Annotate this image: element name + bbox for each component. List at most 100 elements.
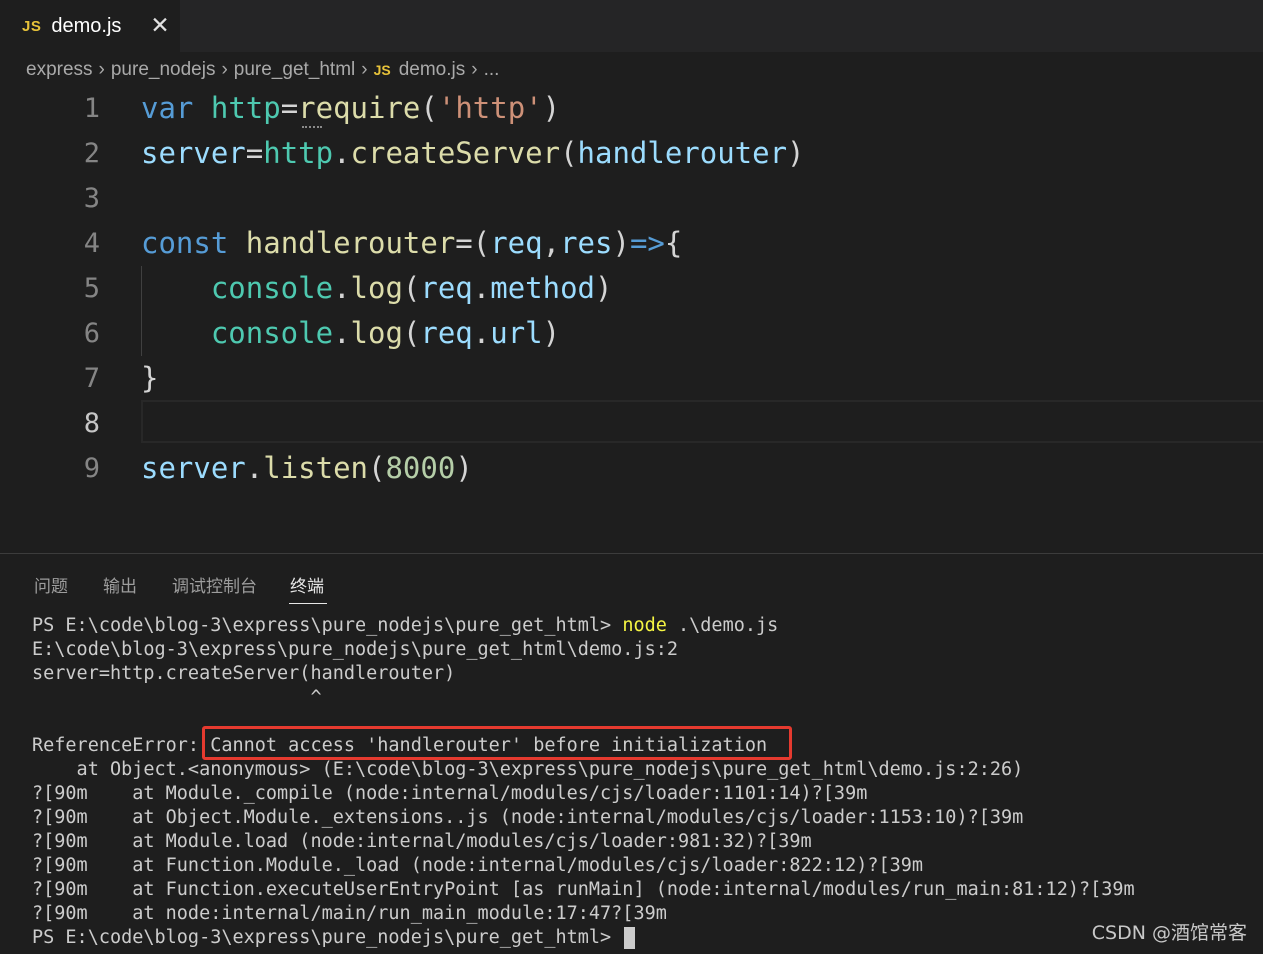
- code-token: server: [141, 451, 246, 485]
- breadcrumb-item-more[interactable]: ...: [484, 59, 500, 81]
- javascript-file-icon: JS: [373, 62, 391, 78]
- code-token: ): [455, 451, 473, 485]
- code-token: .: [333, 136, 351, 170]
- terminal-command-line: PS E:\code\blog-3\express\pure_nodejs\pu…: [32, 614, 778, 638]
- line-number: 1: [83, 93, 100, 124]
- code-token: http: [210, 91, 281, 125]
- active-tab-indicator: [289, 603, 327, 604]
- terminal-command-args: .\demo.js: [666, 615, 779, 636]
- line-number: 4: [83, 228, 100, 259]
- terminal-line: ^: [32, 687, 322, 708]
- terminal-line: ?[90m at Function.executeUserEntryPoint …: [32, 879, 1135, 900]
- terminal-final-prompt-line[interactable]: PS E:\code\blog-3\express\pure_nodejs\pu…: [32, 926, 636, 950]
- code-token: handlerouter: [245, 226, 456, 260]
- code-line: server=http.createServer(handlerouter): [141, 131, 805, 176]
- line-number: 7: [83, 363, 100, 394]
- line-number: 6: [83, 318, 100, 349]
- code-token: }: [141, 361, 159, 395]
- breadcrumb-item-pure-get-html[interactable]: pure_get_html: [234, 59, 355, 81]
- code-token: (: [560, 136, 578, 170]
- editor-tab-bar: JS demo.js ✕: [0, 0, 1263, 52]
- code-line: const handlerouter=(req,res)=>{: [141, 221, 682, 266]
- javascript-file-icon: JS: [22, 17, 42, 35]
- terminal-line: ?[90m at Object.Module._extensions..js (…: [32, 807, 1024, 828]
- code-token: 'http': [437, 91, 543, 125]
- tab-problems[interactable]: 问题: [34, 572, 68, 597]
- tab-output[interactable]: 输出: [103, 572, 137, 597]
- code-token: {: [664, 226, 683, 260]
- terminal-line: ?[90m at Module._compile (node:internal/…: [32, 783, 868, 804]
- code-token: server: [141, 136, 246, 170]
- current-line-highlight: [141, 400, 1263, 443]
- code-token: 8000: [385, 451, 456, 485]
- terminal-prompt: PS E:\code\blog-3\express\pure_nodejs\pu…: [32, 927, 623, 948]
- line-number: 5: [83, 273, 100, 304]
- code-token: http: [263, 136, 334, 170]
- terminal-line: at Object.<anonymous> (E:\code\blog-3\ex…: [32, 759, 1024, 780]
- line-number: 8: [83, 408, 100, 439]
- code-token: ,: [542, 226, 561, 260]
- tab-debug-console[interactable]: 调试控制台: [172, 572, 257, 597]
- code-token: (: [402, 271, 421, 305]
- code-token: =>: [629, 226, 665, 260]
- terminal-line: server=http.createServer(handlerouter): [32, 663, 456, 684]
- code-token: require: [298, 91, 421, 125]
- code-token: ): [787, 136, 805, 170]
- terminal-line: ?[90m at node:internal/main/run_main_mod…: [32, 903, 667, 924]
- breadcrumb: express › pure_nodejs › pure_get_html › …: [26, 57, 499, 83]
- code-token: .: [245, 451, 264, 485]
- code-token: handlerouter: [577, 136, 788, 170]
- code-token: req: [420, 316, 473, 350]
- code-token: =: [245, 136, 264, 170]
- chevron-right-icon: ›: [361, 59, 368, 80]
- terminal-command: node: [622, 615, 667, 636]
- code-token: .: [333, 316, 351, 350]
- code-token: ): [595, 271, 613, 305]
- terminal-line: ?[90m at Function.Module._load (node:int…: [32, 855, 924, 876]
- terminal-line: E:\code\blog-3\express\pure_nodejs\pure_…: [32, 639, 679, 660]
- code-token: ): [542, 91, 561, 125]
- line-number: 2: [83, 138, 100, 169]
- code-token: console: [210, 271, 334, 305]
- code-editor[interactable]: 123456789 var http=require('http') server…: [0, 86, 1263, 526]
- code-token: createServer: [350, 136, 561, 170]
- code-token: .: [472, 316, 491, 350]
- chevron-right-icon: ›: [471, 59, 478, 80]
- breadcrumb-item-pure-nodejs[interactable]: pure_nodejs: [111, 59, 216, 81]
- code-token: url: [490, 316, 543, 350]
- code-line: console.log(req.method): [141, 266, 613, 311]
- code-token: listen: [263, 451, 368, 485]
- code-token: .: [472, 271, 491, 305]
- breadcrumb-item-file[interactable]: demo.js: [399, 59, 466, 81]
- terminal-cursor: [624, 927, 636, 949]
- code-token: log: [350, 271, 403, 305]
- tab-terminal[interactable]: 终端: [290, 572, 324, 597]
- code-line: }: [141, 356, 158, 401]
- code-line: var http=require('http'): [141, 86, 560, 131]
- code-token: method: [490, 271, 596, 305]
- code-token: log: [350, 316, 403, 350]
- code-token: var: [141, 91, 194, 125]
- code-token: ): [612, 226, 630, 260]
- code-token: (: [402, 316, 421, 350]
- terminal-prompt: PS E:\code\blog-3\express\pure_nodejs\pu…: [32, 615, 623, 636]
- watermark: CSDN @酒馆常客: [1091, 922, 1247, 944]
- breadcrumb-item-express[interactable]: express: [26, 59, 93, 81]
- tab-label: demo.js: [51, 14, 122, 37]
- chevron-right-icon: ›: [221, 59, 228, 80]
- code-token: (: [368, 451, 386, 485]
- chevron-right-icon: ›: [98, 59, 105, 80]
- tab-demo-js[interactable]: JS demo.js ✕: [0, 0, 180, 52]
- error-highlight-box: [202, 726, 792, 760]
- code-line: console.log(req.url): [141, 311, 560, 356]
- line-number: 9: [83, 453, 100, 484]
- code-token: const: [141, 226, 229, 260]
- line-number: 3: [83, 183, 100, 214]
- terminal-line: ?[90m at Module.load (node:internal/modu…: [32, 831, 812, 852]
- code-line: server.listen(8000): [141, 446, 473, 491]
- close-icon[interactable]: ✕: [149, 12, 171, 38]
